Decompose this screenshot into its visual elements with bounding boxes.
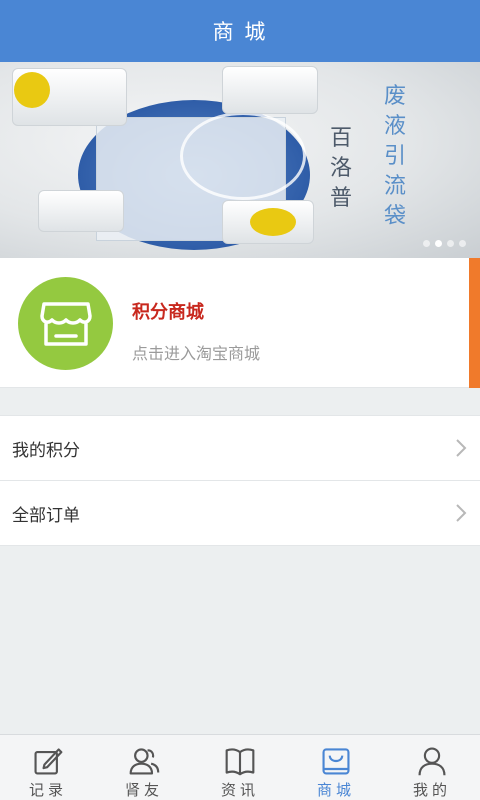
chevron-right-icon <box>456 504 467 522</box>
list-item-label: 全部订单 <box>12 505 80 526</box>
promo-banner[interactable]: 百洛普 废液引流袋 <box>0 62 480 258</box>
tab-friends[interactable]: 肾友 <box>96 735 192 800</box>
card-accent-bar <box>469 258 480 388</box>
mall-icon <box>322 748 350 775</box>
tab-mall[interactable]: 商城 <box>288 735 384 800</box>
bottom-tab-bar: 记录 肾友 资讯 商城 我的 <box>0 734 480 800</box>
banner-dot-active[interactable] <box>435 240 442 247</box>
tab-label: 我的 <box>412 781 451 799</box>
menu-list: 我的积分 全部订单 <box>0 415 480 546</box>
points-mall-subtitle: 点击进入淘宝商城 <box>132 344 261 363</box>
banner-dot[interactable] <box>423 240 430 247</box>
list-item-label: 我的积分 <box>12 440 80 461</box>
tab-label: 资讯 <box>220 781 259 799</box>
news-icon <box>225 748 255 776</box>
banner-dot[interactable] <box>459 240 466 247</box>
tab-label: 商城 <box>316 781 355 799</box>
banner-product-clamp <box>38 190 124 232</box>
banner-yellow-cap <box>14 72 50 108</box>
tab-news[interactable]: 资讯 <box>192 735 288 800</box>
top-bar: 商 城 <box>0 0 480 62</box>
list-item-my-points[interactable]: 我的积分 <box>0 416 480 481</box>
banner-product-bag-corner <box>222 66 318 114</box>
banner-product-text: 废液引流袋 <box>383 84 406 229</box>
profile-icon <box>418 747 446 776</box>
banner-pagination <box>423 240 466 247</box>
banner-yellow-valve <box>250 208 296 236</box>
tab-label: 记录 <box>28 781 67 799</box>
friends-icon <box>129 748 160 775</box>
banner-tube <box>180 112 306 200</box>
tab-profile[interactable]: 我的 <box>384 735 480 800</box>
list-item-all-orders[interactable]: 全部订单 <box>0 481 480 546</box>
banner-brand-text: 百洛普 <box>329 126 352 211</box>
tab-label: 肾友 <box>124 781 163 799</box>
record-icon <box>34 748 63 775</box>
banner-dot[interactable] <box>447 240 454 247</box>
chevron-right-icon <box>456 439 467 457</box>
store-icon <box>18 277 113 370</box>
points-mall-card[interactable] <box>0 258 480 388</box>
tab-record[interactable]: 记录 <box>0 735 96 800</box>
points-mall-title: 积分商城 <box>132 302 204 323</box>
page-title: 商 城 <box>212 20 268 44</box>
